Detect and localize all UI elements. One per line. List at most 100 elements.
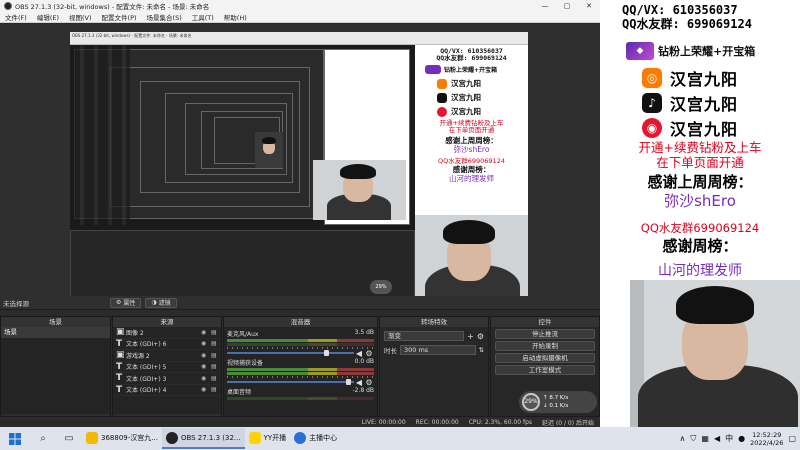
- studio-mode-button[interactable]: 工作室模式: [495, 364, 595, 375]
- start-virtual-camera-button[interactable]: 启动虚拟摄像机: [495, 352, 595, 363]
- add-transition-button[interactable]: +: [467, 332, 474, 341]
- source-item[interactable]: ▣ 图像 2 ◉ ▤: [113, 327, 221, 339]
- text-source-icon: T: [116, 384, 123, 395]
- preview-canvas[interactable]: OBS 27.1.3 (32-bit, windows) - 配置文件: 未命名…: [0, 24, 600, 296]
- nested-app-name-1: 汉宫九阳: [451, 79, 481, 88]
- last-week-title: 感谢上周周榜：: [647, 173, 753, 191]
- download-rate: 0.1: [549, 403, 559, 409]
- nested-title: OBS 27.1.3 (32-bit, windows) - 配置文件: 未命名…: [70, 32, 528, 39]
- taskbar-item[interactable]: 368809-汉宫九...: [82, 428, 162, 449]
- source-label: 文本 (GDI+) 5: [126, 364, 167, 372]
- shield-icon[interactable]: ⛉: [690, 434, 696, 444]
- mixer-channel: 视频捕获设备 0.0 dB ◀ ⚙: [224, 356, 377, 387]
- qq-vx-text: QQ/VX: 610356037: [622, 3, 738, 17]
- windows-taskbar: ⌕ ▭ 368809-汉宫九... OBS 27.1.3 (32... YY开播…: [0, 427, 800, 450]
- eye-icon[interactable]: ◉: [201, 340, 211, 347]
- gear-icon[interactable]: ⚙: [477, 332, 484, 341]
- spin-icon[interactable]: ⇅: [479, 346, 484, 354]
- channel-name: 桌面音频: [227, 389, 252, 396]
- taskbar-item[interactable]: YY开播: [245, 428, 291, 449]
- eye-icon[interactable]: ◉: [201, 386, 211, 393]
- meter-ticks: [227, 347, 374, 349]
- this-week-name: 山河的理发师: [658, 263, 742, 279]
- title-bar: OBS 27.1.3 (32-bit, windows) - 配置文件: 未命名…: [0, 0, 600, 12]
- text-source-icon: T: [116, 361, 123, 372]
- network-monitor-widget[interactable]: 29% ↑ 8.7 K/s ↓ 0.1 K/s: [519, 391, 597, 413]
- menu-scene-collection[interactable]: 场景集合(S): [142, 12, 187, 22]
- close-button[interactable]: ✕: [578, 2, 600, 10]
- menu-bar: 文件(F) 编辑(E) 视图(V) 配置文件(P) 场景集合(S) 工具(T) …: [0, 12, 600, 23]
- menu-edit[interactable]: 编辑(E): [32, 12, 64, 22]
- start-recording-button[interactable]: 开始录制: [495, 340, 595, 351]
- live-status: LIVE: 00:00:00: [361, 418, 406, 426]
- game-source-icon: ▣: [116, 350, 125, 361]
- douyin-name: 汉宫九阳: [670, 95, 739, 114]
- duration-label: 时长: [384, 347, 397, 355]
- lock-icon[interactable]: ▤: [211, 340, 221, 347]
- gear-icon[interactable]: ⚙: [364, 349, 374, 358]
- volume-slider[interactable]: [227, 379, 354, 385]
- search-icon[interactable]: ⌕: [30, 433, 56, 444]
- menu-view[interactable]: 视图(V): [64, 12, 97, 22]
- rec-status: REC: 00:00:00: [415, 418, 459, 426]
- weibo-icon: ◉: [642, 118, 662, 138]
- ime-indicator[interactable]: 中: [725, 433, 733, 444]
- lock-icon[interactable]: ▤: [211, 375, 221, 382]
- source-item[interactable]: T 文本 (GDI+) 6 ◉ ▤: [113, 339, 221, 350]
- taskbar-item[interactable]: 主播中心: [290, 428, 341, 449]
- transitions-title: 转场特效: [380, 317, 488, 327]
- source-item[interactable]: T 文本 (GDI+) 4 ◉ ▤: [113, 384, 221, 396]
- menu-profile[interactable]: 配置文件(P): [97, 12, 142, 22]
- notification-icon[interactable]: ▢: [788, 434, 796, 443]
- menu-help[interactable]: 帮助(H): [219, 12, 252, 22]
- lock-icon[interactable]: ▤: [211, 386, 221, 393]
- scene-item[interactable]: 场景: [1, 327, 110, 338]
- upload-rate: 8.7: [549, 395, 559, 401]
- status-bar: LIVE: 00:00:00 REC: 00:00:00 CPU: 2.3%, …: [0, 416, 600, 427]
- network-icon[interactable]: ▦: [701, 434, 709, 443]
- source-item[interactable]: T 文本 (GDI+) 5 ◉ ▤: [113, 361, 221, 373]
- volume-knob[interactable]: [346, 379, 352, 385]
- lock-icon[interactable]: ▤: [211, 352, 221, 359]
- stop-streaming-button[interactable]: 停止推流: [495, 328, 595, 339]
- speaker-icon[interactable]: ◀: [354, 378, 364, 387]
- taskbar-item-obs[interactable]: OBS 27.1.3 (32...: [161, 428, 245, 449]
- source-item[interactable]: T 文本 (GDI+) 3 ◉ ▤: [113, 373, 221, 385]
- clock[interactable]: 12:52:29 2022/4/26: [750, 431, 783, 447]
- eye-icon[interactable]: ◉: [201, 352, 211, 359]
- task-view-icon[interactable]: ▭: [56, 433, 82, 444]
- menu-file[interactable]: 文件(F): [0, 12, 32, 22]
- lock-icon[interactable]: ▤: [211, 329, 221, 336]
- mic-icon[interactable]: ●: [738, 434, 745, 443]
- filters-button[interactable]: ◑ 滤镜: [145, 297, 177, 308]
- menu-tools[interactable]: 工具(T): [187, 12, 219, 22]
- windows-logo-icon: [9, 432, 21, 445]
- channel-name: 视频捕获设备: [227, 360, 264, 367]
- lock-icon[interactable]: ▤: [211, 363, 221, 370]
- volume-slider[interactable]: [227, 350, 354, 356]
- nested-this-week-name: 山河的理发师: [449, 174, 494, 183]
- speaker-icon[interactable]: ◀: [714, 434, 720, 443]
- sources-list[interactable]: ▣ 图像 2 ◉ ▤ T 文本 (GDI+) 6 ◉ ▤ ▣ 游戏源 2 ◉ ▤ T 文本 (GDI…: [113, 327, 221, 414]
- eye-icon[interactable]: ◉: [201, 363, 211, 370]
- scenes-list[interactable]: 场景: [1, 327, 110, 414]
- eye-icon[interactable]: ◉: [201, 375, 211, 382]
- tray-overflow-icon[interactable]: ∧: [680, 434, 686, 443]
- obs-window: OBS 27.1.3 (32-bit, windows) - 配置文件: 未命名…: [0, 0, 600, 427]
- gear-icon[interactable]: ⚙: [364, 378, 374, 387]
- maximize-button[interactable]: ▢: [556, 2, 578, 10]
- filters-label: 滤镜: [158, 300, 171, 307]
- eye-icon[interactable]: ◉: [201, 329, 211, 336]
- nested-docks: [70, 230, 415, 296]
- nested-app-name-2: 汉宫九阳: [451, 93, 481, 102]
- start-button[interactable]: [0, 432, 30, 445]
- kuaishou-name: 汉宫九阳: [670, 70, 739, 89]
- source-item[interactable]: ▣ 游戏源 2 ◉ ▤: [113, 350, 221, 362]
- volume-knob[interactable]: [323, 350, 329, 356]
- duration-input[interactable]: 300 ms: [400, 345, 476, 355]
- transition-type-select[interactable]: 渐变: [384, 331, 465, 341]
- properties-button[interactable]: ⚙ 属性: [110, 297, 142, 308]
- speaker-icon[interactable]: ◀: [354, 349, 364, 358]
- minimize-button[interactable]: —: [534, 2, 556, 10]
- stream-overlay: QQ/VX: 610356037 QQ水友群: 699069124 ◆ 钻粉上荣…: [600, 0, 800, 427]
